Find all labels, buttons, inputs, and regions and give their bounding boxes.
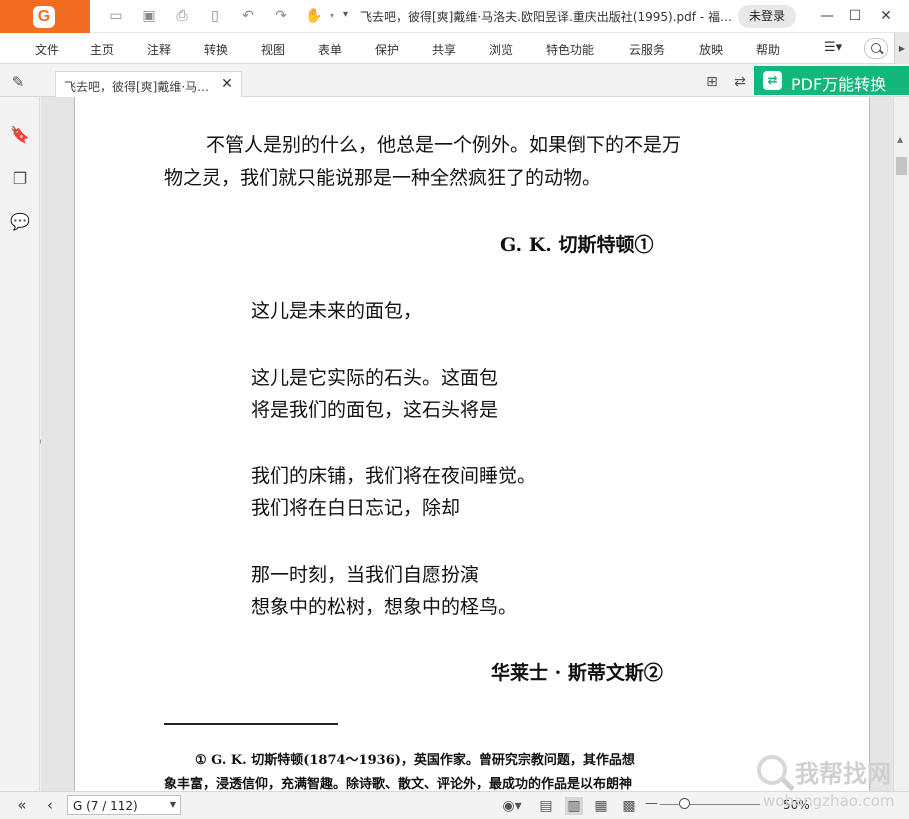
first-page-icon[interactable]: « — [13, 796, 31, 814]
maximize-icon[interactable]: ☐ — [842, 5, 868, 27]
menu-bar: 文件 主页 注释 转换 视图 表单 保护 共享 浏览 特色功能 云服务 放映 帮… — [0, 33, 909, 64]
window-title: 飞去吧，彼得[爽]戴维·马洛夫.欧阳昱译.重庆出版社(1995).pdf - 福… — [360, 10, 732, 24]
document-view[interactable]: 不管人是别的什么，他总是一个例外。如果倒下的不是万 物之灵，我们就只能说那是一种… — [41, 97, 893, 791]
eye-view-icon[interactable]: ◉▾ — [499, 797, 525, 815]
grid-view-icon[interactable]: ⊞ — [703, 73, 721, 91]
close-icon[interactable]: ✕ — [873, 5, 899, 27]
page-number-select[interactable]: G (7 / 112) ▼ — [67, 795, 181, 815]
undo-icon[interactable]: ↶ — [238, 7, 258, 25]
poem-line: 将是我们的面包，这石头将是 — [251, 399, 499, 421]
pdf-convert-button[interactable]: ⇄ PDF万能转换 — [754, 66, 909, 95]
document-tab-label: 飞去吧，彼得[爽]戴维·马… — [64, 80, 210, 94]
epigraph-author: 华莱士 · 斯蒂文斯② — [491, 662, 663, 684]
menu-home[interactable]: 主页 — [90, 41, 114, 58]
redo-icon[interactable]: ↷ — [271, 7, 291, 25]
site-watermark: 我帮找网 wobangzhao.com — [755, 752, 909, 814]
title-bar: G ▭ ▣ ⎙ ▯ ↶ ↷ ✋ ▾ ▾ 飞去吧，彼得[爽]戴维·马洛夫.欧阳昱译… — [0, 0, 909, 33]
menu-features[interactable]: 特色功能 — [546, 41, 594, 58]
app-logo[interactable]: G — [0, 0, 90, 33]
menu-comment[interactable]: 注释 — [147, 41, 171, 58]
epigraph-author: G. K. 切斯特顿① — [500, 234, 654, 256]
chevron-down-icon: ▼ — [169, 800, 176, 809]
save-icon[interactable]: ▣ — [139, 7, 159, 25]
watermark-text: 我帮找网 — [795, 760, 891, 788]
continuous-page-icon[interactable]: ▥ — [565, 797, 583, 815]
foxit-logo-icon: G — [33, 6, 55, 28]
edit-pen-icon[interactable]: ✎ — [8, 72, 28, 92]
menu-form[interactable]: 表单 — [318, 41, 342, 58]
zoom-slider-thumb[interactable] — [679, 798, 690, 809]
footnote-line: 象丰富，浸透信仰，充满智趣。除诗歌、散文、评论外，最成功的作品是以布朗神 — [164, 777, 633, 791]
scroll-up-arrow-icon[interactable]: ▲ — [897, 135, 903, 144]
single-page-icon[interactable]: ▤ — [537, 797, 555, 815]
search-icon[interactable] — [864, 38, 888, 59]
poem-line: 这儿是未来的面包， — [251, 300, 423, 322]
hand-tool-dropdown-icon[interactable]: ▾ — [322, 7, 342, 25]
minimize-icon[interactable]: — — [814, 5, 840, 27]
pages-icon[interactable]: ❐ — [9, 168, 31, 190]
scrollbar-thumb[interactable] — [896, 157, 907, 175]
bookmark-icon[interactable]: 🔖 — [9, 124, 31, 146]
pdf-page: 不管人是别的什么，他总是一个例外。如果倒下的不是万 物之灵，我们就只能说那是一种… — [74, 97, 870, 791]
text-line: 物之灵，我们就只能说那是一种全然疯狂了的动物。 — [164, 167, 602, 189]
facing-page-icon[interactable]: ▦ — [592, 797, 610, 815]
pdf-convert-label: PDF万能转换 — [791, 75, 887, 94]
zoom-slider[interactable] — [660, 804, 760, 805]
menu-help[interactable]: 帮助 — [756, 41, 780, 58]
page-indicator: G (7 / 112) — [73, 799, 138, 813]
poem-line: 这儿是它实际的石头。这面包 — [251, 367, 499, 389]
tab-close-icon[interactable]: ✕ — [219, 75, 235, 93]
convert-icon: ⇄ — [763, 71, 782, 90]
zoom-out-icon[interactable]: — — [645, 796, 658, 811]
menu-convert[interactable]: 转换 — [204, 41, 228, 58]
poem-line: 我们的床铺，我们将在夜间睡觉。 — [251, 465, 537, 487]
magnifier-handle — [781, 777, 795, 792]
ribbon-toggle-icon[interactable]: ☰▾ — [824, 40, 842, 55]
continuous-facing-icon[interactable]: ▩ — [620, 797, 638, 815]
new-icon[interactable]: ▯ — [205, 7, 225, 25]
footnote-line: ① G. K. 切斯特顿(1874～1936)，英国作家。曾研究宗教问题，其作品… — [195, 753, 635, 768]
ribbon-scroll-icon[interactable]: ▶ — [894, 33, 909, 64]
document-tab[interactable]: 飞去吧，彼得[爽]戴维·马… ✕ — [55, 71, 242, 97]
menu-cloud[interactable]: 云服务 — [629, 41, 665, 58]
login-button[interactable]: 未登录 — [738, 5, 796, 28]
sync-view-icon[interactable]: ⇄ — [731, 73, 749, 91]
text-line: 不管人是别的什么，他总是一个例外。如果倒下的不是万 — [206, 134, 682, 156]
menu-browse[interactable]: 浏览 — [489, 41, 513, 58]
menu-file[interactable]: 文件 — [35, 41, 59, 58]
comments-icon[interactable]: 💬 — [9, 211, 31, 233]
open-folder-icon[interactable]: ▭ — [106, 7, 126, 25]
menu-slideshow[interactable]: 放映 — [699, 41, 723, 58]
menu-protect[interactable]: 保护 — [375, 41, 399, 58]
hand-tool-icon[interactable]: ✋ — [304, 7, 324, 25]
menu-share[interactable]: 共享 — [432, 41, 456, 58]
print-icon[interactable]: ⎙ — [172, 7, 192, 25]
footnote-divider — [164, 723, 338, 725]
poem-line: 我们将在白日忘记，除却 — [251, 497, 461, 519]
left-sidebar: 🔖 ❐ 💬 — [0, 97, 40, 791]
previous-page-icon[interactable]: ‹ — [41, 796, 59, 814]
poem-line: 那一时刻，当我们自愿扮演 — [251, 564, 480, 586]
customize-dropdown-icon[interactable]: ▾ — [343, 9, 348, 20]
watermark-url: wobangzhao.com — [763, 792, 895, 810]
menu-view[interactable]: 视图 — [261, 41, 285, 58]
poem-line: 想象中的松树，想象中的柽鸟。 — [251, 596, 518, 618]
vertical-scrollbar[interactable]: ▲ — [893, 97, 909, 791]
